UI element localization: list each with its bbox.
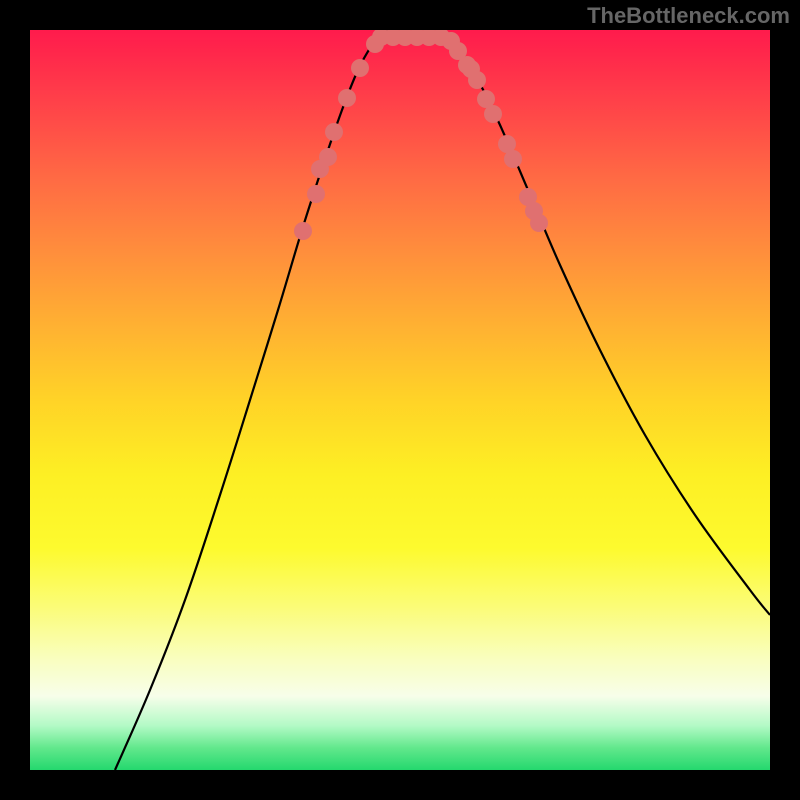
data-point	[325, 123, 343, 141]
data-point	[307, 185, 325, 203]
data-point	[319, 148, 337, 166]
data-point	[294, 222, 312, 240]
curve-bottleneck-curve-left	[115, 30, 388, 770]
watermark-text: TheBottleneck.com	[587, 3, 790, 29]
data-point	[504, 150, 522, 168]
data-point	[338, 89, 356, 107]
chart-canvas	[30, 30, 770, 770]
chart-frame	[30, 30, 770, 770]
data-point	[468, 71, 486, 89]
data-point	[484, 105, 502, 123]
data-point	[530, 214, 548, 232]
data-point	[351, 59, 369, 77]
